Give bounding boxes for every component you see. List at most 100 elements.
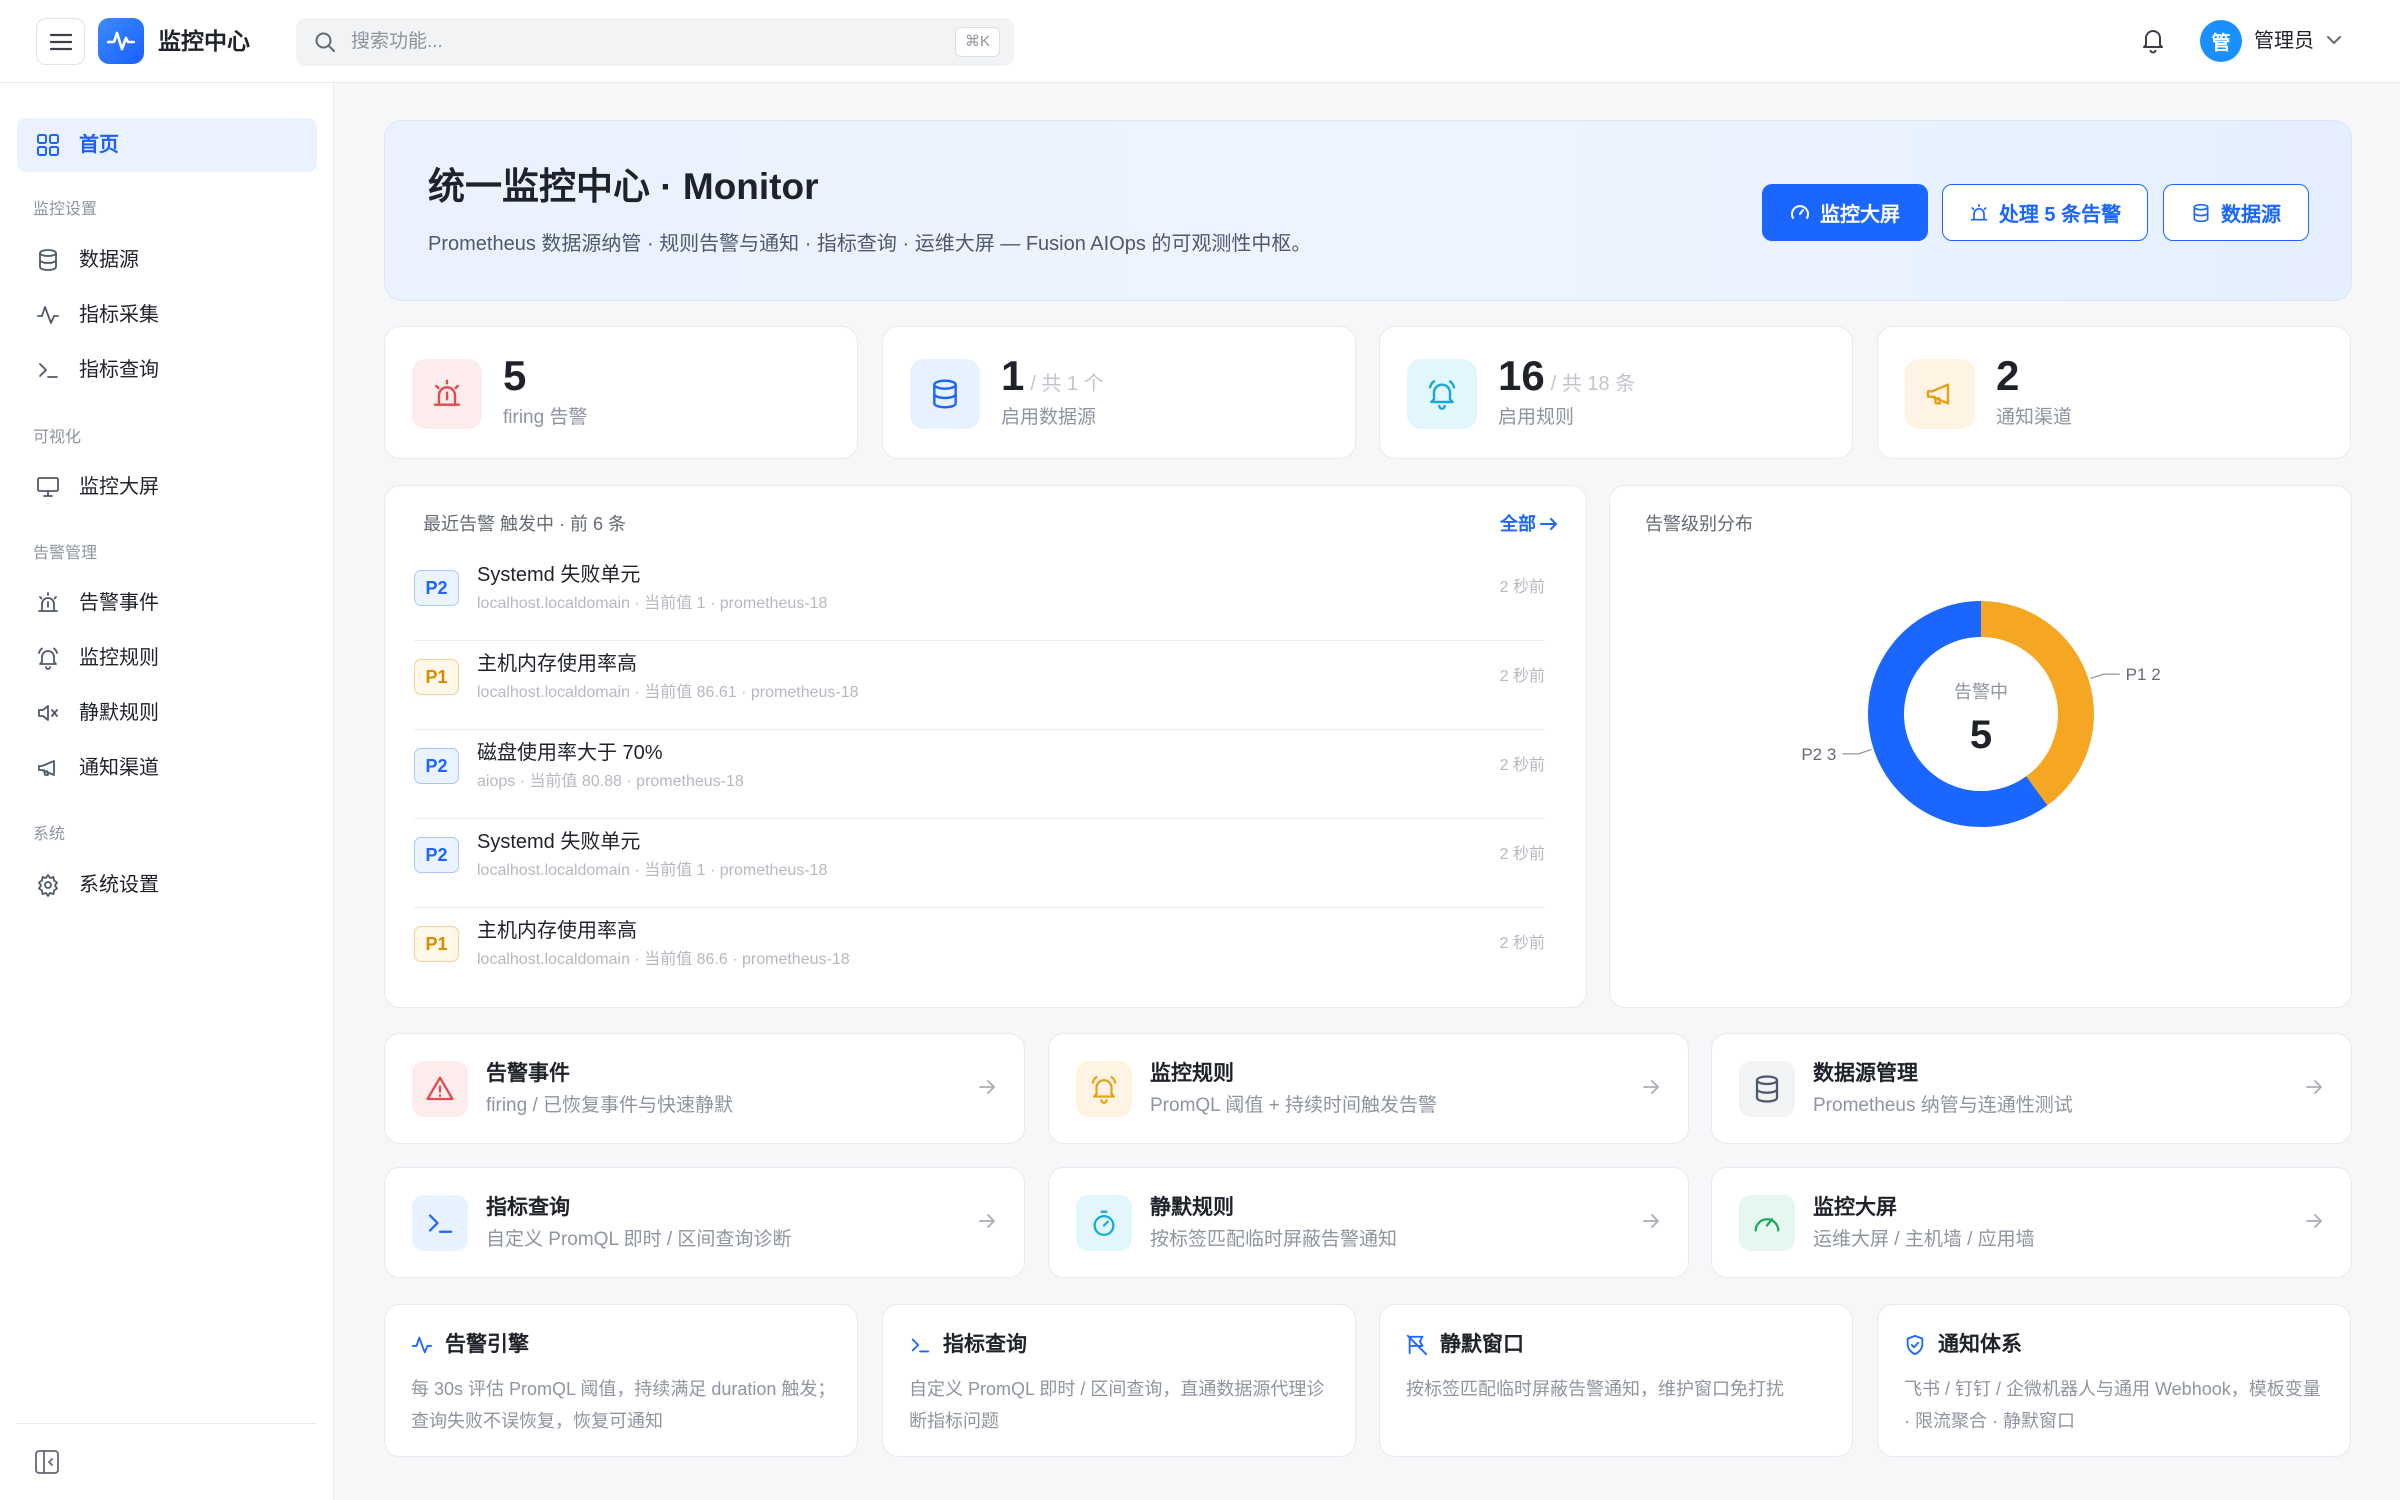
menu-toggle-button[interactable] [36, 18, 85, 65]
feature-title: 通知体系 [1938, 1333, 2022, 1356]
datasource-button[interactable]: 数据源 [2163, 184, 2309, 241]
alert-row[interactable]: P2 磁盘使用率大于 70% aiops · 当前值 80.88 · prome… [414, 730, 1545, 819]
alert-row[interactable]: P1 主机内存使用率高 localhost.localdomain · 当前值 … [414, 908, 1545, 997]
quick-link-datasource[interactable]: 数据源管理 Prometheus 纳管与连通性测试 [1711, 1033, 2352, 1144]
arrow-right-icon [1540, 518, 1558, 530]
slice-leader-line [2090, 673, 2120, 680]
sidebar-item-datasource[interactable]: 数据源 [17, 233, 317, 287]
bell-icon [2143, 30, 2163, 54]
stat-value: 2 [1996, 352, 2020, 399]
dashboard-button[interactable]: 监控大屏 [1762, 184, 1928, 241]
chevron-down-icon[interactable] [2326, 34, 2342, 46]
gear-icon [35, 872, 61, 898]
stat-card-firing[interactable]: 5 firing 告警 [384, 326, 858, 459]
view-all-link[interactable]: 全部 [1500, 512, 1558, 536]
arrow-right-icon [979, 1214, 996, 1228]
avatar[interactable]: 管 [2200, 20, 2242, 62]
sidebar-collapse-button[interactable] [34, 1449, 60, 1480]
quick-link-alert-events[interactable]: 告警事件 firing / 已恢复事件与快速静默 [384, 1033, 1025, 1144]
feature-title: 告警引擎 [445, 1333, 529, 1356]
feature-title: 指标查询 [943, 1333, 1027, 1356]
stat-card-datasource[interactable]: 1/ 共 1 个 启用数据源 [882, 326, 1356, 459]
stat-value: 16/ 共 18 条 [1498, 352, 1636, 399]
database-icon [910, 359, 980, 429]
stat-card-channels[interactable]: 2 通知渠道 [1877, 326, 2351, 459]
search-input[interactable]: 搜索功能... ⌘K [296, 18, 1014, 66]
app-title: 监控中心 [158, 28, 250, 54]
database-icon [35, 247, 61, 273]
arrow-right-icon [2306, 1214, 2323, 1228]
handle-alerts-button[interactable]: 处理 5 条告警 [1942, 184, 2148, 241]
feature-desc: 按标签匹配临时屏蔽告警通知，维护窗口免打扰 [1406, 1379, 1784, 1399]
severity-donut-chart: P1 2 P2 3 告警中 5 [1801, 601, 2161, 827]
donut-slice-p2[interactable] [1868, 601, 2048, 827]
alert-name: 磁盘使用率大于 70% [477, 742, 663, 764]
sidebar: 首页 监控设置 数据源 指标采集 指标查询 可视化 监控大屏 告警管理 告警事件… [0, 83, 334, 1500]
quick-link-desc: PromQL 阈值 + 持续时间触发告警 [1150, 1095, 1437, 1116]
quick-link-dashboard[interactable]: 监控大屏 运维大屏 / 主机墙 / 应用墙 [1711, 1167, 2352, 1278]
stat-label: 通知渠道 [1996, 407, 2073, 428]
terminal-icon [412, 1195, 468, 1251]
terminal-icon [911, 1338, 930, 1353]
donut-slice-p1[interactable] [1980, 601, 2094, 806]
siren-icon [412, 359, 482, 429]
hero-banner: 统一监控中心 · Monitor Prometheus 数据源纳管 · 规则告警… [384, 120, 2352, 301]
shield-check-icon [1906, 1334, 1924, 1356]
feature-card-silence-window: 静默窗口 按标签匹配临时屏蔽告警通知，维护窗口免打扰 [1379, 1304, 1853, 1457]
bell-ring-icon [35, 645, 61, 671]
slice-label: P1 2 [2126, 665, 2161, 684]
quick-link-desc: 运维大屏 / 主机墙 / 应用墙 [1813, 1229, 2035, 1250]
quick-link-silence-rules[interactable]: 静默规则 按标签匹配临时屏蔽告警通知 [1048, 1167, 1689, 1278]
quick-link-title: 静默规则 [1150, 1196, 1234, 1219]
feature-desc: 飞书 / 钉钉 / 企微机器人与通用 Webhook，模板变量 · 限流聚合 ·… [1904, 1379, 2321, 1431]
database-icon [2193, 203, 2209, 222]
sidebar-item-notify-channels[interactable]: 通知渠道 [17, 741, 317, 795]
volume-mute-icon [35, 700, 61, 726]
sidebar-item-metric-collect[interactable]: 指标采集 [17, 288, 317, 342]
timer-icon [1076, 1195, 1132, 1251]
arrow-right-icon [1643, 1214, 1660, 1228]
stat-card-rules[interactable]: 16/ 共 18 条 启用规则 [1379, 326, 1853, 459]
alert-row[interactable]: P2 Systemd 失败单元 localhost.localdomain · … [414, 552, 1545, 641]
panel-title: 最近告警 触发中 · 前 6 条 [423, 514, 627, 534]
sidebar-item-label: 指标查询 [79, 359, 159, 381]
notifications-button[interactable] [2140, 26, 2166, 59]
sidebar-item-dashboard[interactable]: 监控大屏 [17, 460, 317, 514]
quick-link-title: 监控大屏 [1813, 1196, 1897, 1219]
recent-alerts-panel: 最近告警 触发中 · 前 6 条 全部 P2 Systemd 失败单元 loca… [384, 485, 1587, 1008]
alert-time: 2 秒前 [1499, 757, 1545, 774]
feature-title: 静默窗口 [1440, 1333, 1524, 1356]
sidebar-group-label: 系统 [33, 826, 66, 843]
siren-icon [35, 590, 61, 616]
sidebar-item-label: 首页 [79, 134, 119, 156]
slice-leader-line [1842, 748, 1872, 755]
feature-card-metric-query: 指标查询 自定义 PromQL 即时 / 区间查询，直通数据源代理诊断指标问题 [882, 1304, 1356, 1457]
sidebar-item-alert-events[interactable]: 告警事件 [17, 576, 317, 630]
sidebar-item-settings[interactable]: 系统设置 [17, 858, 317, 912]
sidebar-item-home[interactable]: 首页 [17, 118, 317, 172]
page-title: 统一监控中心 · Monitor [428, 166, 819, 207]
quick-link-monitor-rules[interactable]: 监控规则 PromQL 阈值 + 持续时间触发告警 [1048, 1033, 1689, 1144]
quick-link-title: 告警事件 [486, 1062, 570, 1085]
alert-meta: localhost.localdomain · 当前值 86.6 · prome… [477, 951, 850, 968]
severity-badge: P1 [414, 926, 459, 962]
alert-name: Systemd 失败单元 [477, 831, 641, 853]
feature-desc: 自定义 PromQL 即时 / 区间查询，直通数据源代理诊断指标问题 [909, 1379, 1325, 1431]
sidebar-item-metric-query[interactable]: 指标查询 [17, 343, 317, 397]
feature-card-notify-system: 通知体系 飞书 / 钉钉 / 企微机器人与通用 Webhook，模板变量 · 限… [1877, 1304, 2351, 1457]
sidebar-group-label: 监控设置 [33, 201, 98, 218]
alert-row[interactable]: P1 主机内存使用率高 localhost.localdomain · 当前值 … [414, 641, 1545, 730]
pulse-icon [107, 31, 135, 51]
alert-row[interactable]: P2 Systemd 失败单元 localhost.localdomain · … [414, 819, 1545, 908]
presentation-icon [35, 474, 61, 500]
alert-meta: aiops · 当前值 80.88 · prometheus-18 [477, 773, 744, 790]
sidebar-item-silence-rules[interactable]: 静默规则 [17, 686, 317, 740]
stat-suffix: / 共 18 条 [1550, 373, 1636, 395]
alert-time: 2 秒前 [1499, 935, 1545, 952]
sidebar-item-label: 静默规则 [79, 702, 159, 724]
sidebar-item-monitor-rules[interactable]: 监控规则 [17, 631, 317, 685]
quick-link-title: 监控规则 [1150, 1062, 1234, 1085]
user-name[interactable]: 管理员 [2254, 28, 2314, 54]
quick-link-metric-query[interactable]: 指标查询 自定义 PromQL 即时 / 区间查询诊断 [384, 1167, 1025, 1278]
app-logo[interactable] [98, 18, 144, 64]
